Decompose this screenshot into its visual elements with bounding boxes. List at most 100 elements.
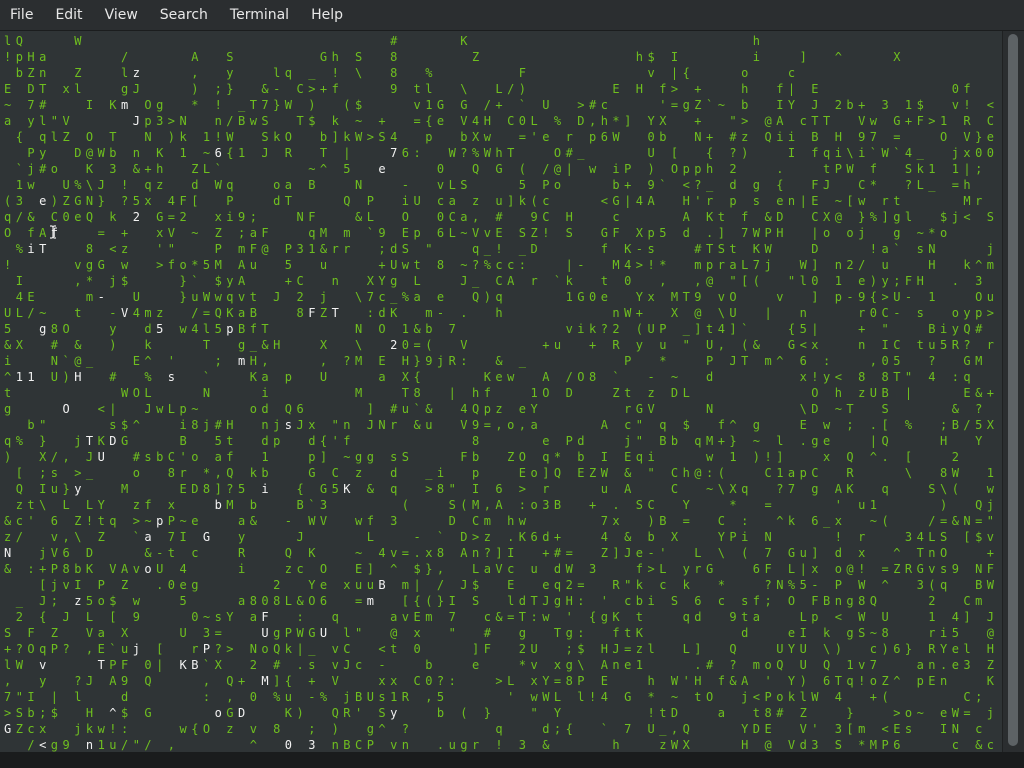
menu-help[interactable]: Help: [299, 0, 355, 30]
matrix-glyph: J: [39, 594, 47, 608]
matrix-glyph: `: [191, 274, 199, 288]
menu-file[interactable]: File: [0, 0, 45, 30]
matrix-glyph: \: [717, 306, 725, 320]
matrix-glyph: l: [507, 594, 515, 608]
matrix-glyph: -: [273, 82, 281, 96]
matrix-glyph: &: [413, 322, 421, 336]
matrix-glyph: ~: [460, 226, 468, 240]
matrix-glyph: S: [226, 50, 234, 64]
matrix-glyph: e: [986, 130, 995, 144]
matrix-glyph: f: [366, 514, 374, 528]
matrix-glyph: d: [553, 562, 562, 576]
matrix-glyph: P: [284, 626, 293, 640]
matrix-glyph: z: [226, 722, 234, 736]
matrix-glyph: !: [495, 738, 503, 752]
matrix-glyph: G: [308, 466, 316, 480]
matrix-glyph: Q: [975, 498, 983, 512]
terminal-area[interactable]: l! E ~ a(q O! U 5 & i ^ t g q) & z N & S + l, 7 > G Qp b{` 1 3/% I 4…: [0, 31, 1002, 752]
matrix-glyph: T: [109, 130, 117, 144]
matrix-glyph: `: [893, 242, 901, 256]
scrollbar[interactable]: [1002, 31, 1024, 752]
menu-terminal[interactable]: Terminal: [218, 0, 301, 30]
matrix-glyph: {: [39, 610, 47, 624]
matrix-glyph: !: [4, 258, 12, 272]
matrix-glyph: {: [869, 290, 878, 304]
matrix-glyph: d: [378, 306, 386, 320]
matrix-glyph: ): [940, 498, 948, 512]
matrix-glyph: #: [39, 98, 47, 112]
matrix-glyph: -: [401, 178, 410, 192]
matrix-glyph: U: [542, 98, 550, 112]
matrix-glyph: `: [869, 146, 878, 160]
matrix-glyph: X: [401, 370, 410, 384]
matrix-glyph: \: [799, 402, 807, 416]
matrix-glyph: t: [226, 434, 234, 448]
matrix-glyph: :: [823, 354, 831, 368]
matrix-glyph: x: [390, 674, 398, 688]
matrix-glyph: Z: [27, 66, 35, 80]
matrix-glyph: H: [273, 338, 281, 352]
matrix-glyph: C: [472, 514, 480, 528]
matrix-glyph: *: [191, 98, 199, 112]
matrix-glyph: B: [553, 498, 562, 512]
matrix-glyph: G: [319, 50, 328, 64]
matrix-glyph: ;: [764, 594, 772, 608]
matrix-glyph: ^: [319, 162, 328, 176]
matrix-glyph: o: [530, 466, 538, 480]
matrix-glyph: G: [144, 706, 152, 720]
matrix-glyph: g: [156, 98, 164, 112]
matrix-glyph: j: [50, 578, 59, 592]
matrix-glyph: Q: [15, 34, 23, 48]
matrix-glyph: h: [682, 466, 690, 480]
matrix-glyph: >: [881, 290, 889, 304]
matrix-glyph: 3: [975, 274, 983, 288]
matrix-glyph: +: [694, 114, 702, 128]
matrix-glyph: a: [729, 258, 737, 272]
matrix-glyph: G: [436, 98, 445, 112]
matrix-head-glyph: U: [319, 626, 328, 640]
matrix-glyph: k: [109, 210, 117, 224]
matrix-glyph: 6: [495, 482, 503, 496]
matrix-glyph: N: [776, 578, 784, 592]
matrix-glyph: n: [261, 418, 269, 432]
matrix-glyph: ]: [881, 210, 889, 224]
matrix-glyph: r: [694, 562, 702, 576]
matrix-glyph: <: [799, 338, 807, 352]
matrix-glyph: ": [167, 242, 176, 256]
matrix-glyph: S: [717, 242, 725, 256]
matrix-glyph: W: [846, 162, 854, 176]
matrix-glyph: o: [940, 226, 948, 240]
matrix-glyph: Z: [589, 466, 597, 480]
matrix-glyph: b: [460, 130, 468, 144]
menu-view[interactable]: View: [93, 0, 150, 30]
matrix-glyph: r: [179, 466, 187, 480]
matrix-glyph: f: [635, 562, 644, 576]
matrix-glyph: %: [787, 578, 796, 592]
matrix-glyph: 0: [436, 210, 445, 224]
menu-search[interactable]: Search: [148, 0, 220, 30]
matrix-glyph: {: [226, 146, 234, 160]
matrix-glyph: O: [670, 162, 679, 176]
menu-edit[interactable]: Edit: [43, 0, 94, 30]
matrix-glyph: 3: [589, 562, 597, 576]
matrix-glyph: G: [624, 690, 632, 704]
matrix-glyph: ": [647, 466, 655, 480]
matrix-glyph: 2: [273, 578, 281, 592]
matrix-glyph: f: [963, 82, 971, 96]
matrix-glyph: B: [296, 498, 304, 512]
matrix-glyph: F: [904, 274, 913, 288]
matrix-head-glyph: O: [62, 402, 70, 416]
scrollbar-thumb[interactable]: [1008, 34, 1018, 746]
matrix-glyph: i: [647, 594, 655, 608]
matrix-glyph: f: [741, 210, 749, 224]
matrix-glyph: !: [495, 242, 503, 256]
matrix-glyph: v: [565, 322, 573, 336]
matrix-glyph: i: [226, 210, 234, 224]
matrix-glyph: ": [729, 274, 737, 288]
matrix-glyph: >: [167, 114, 176, 128]
matrix-glyph: J: [273, 290, 281, 304]
matrix-glyph: U: [530, 642, 538, 656]
matrix-glyph: 3: [881, 98, 889, 112]
matrix-glyph: A: [600, 418, 608, 432]
matrix-glyph: L: [682, 642, 690, 656]
